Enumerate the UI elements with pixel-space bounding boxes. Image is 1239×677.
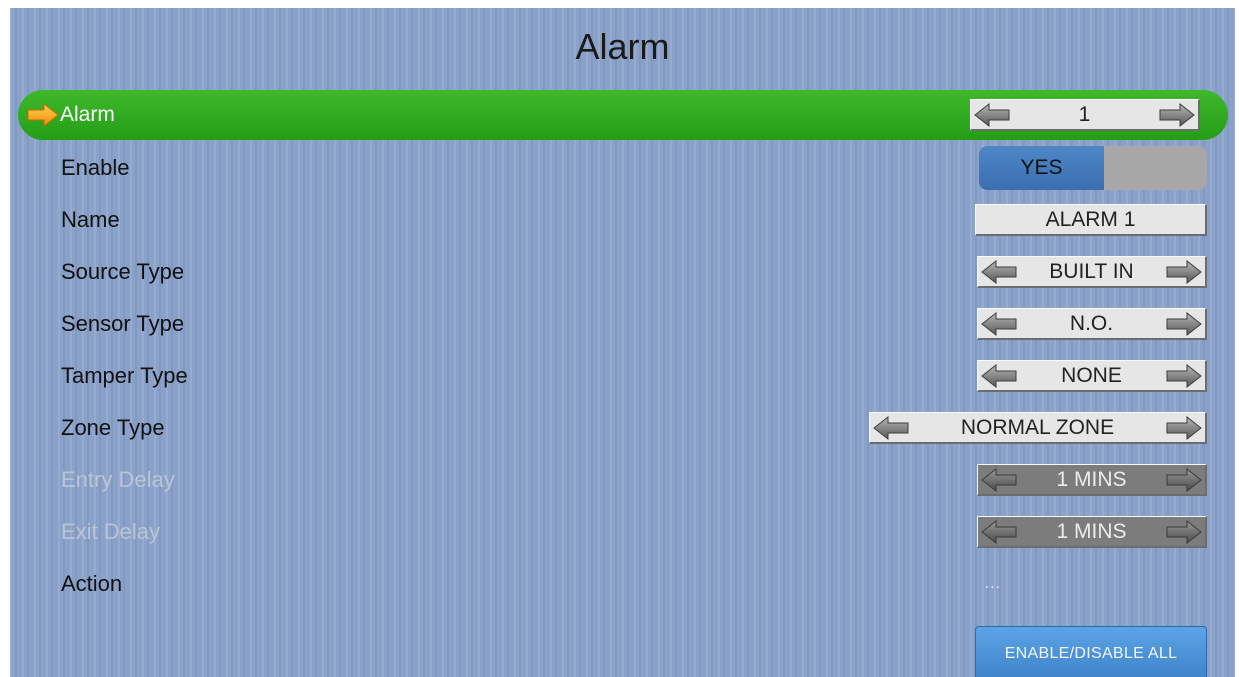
row-label: Enable — [61, 155, 130, 180]
row-label: Entry Delay — [61, 467, 175, 492]
arrow-right-icon[interactable] — [1163, 259, 1203, 284]
row-zone-type: Zone Type NORMAL ZONE — [10, 402, 1235, 454]
row-label: Tamper Type — [61, 363, 188, 388]
action-more-button[interactable]: ... — [985, 575, 1001, 593]
arrow-left-icon[interactable] — [973, 102, 1013, 127]
arrow-left-icon — [981, 519, 1017, 544]
alarm-number-spinner[interactable]: 1 — [970, 99, 1200, 131]
row-tamper-type: Tamper Type NONE — [10, 350, 1235, 402]
arrow-right-icon[interactable] — [1163, 415, 1203, 440]
spinner-value: 1 MINS — [1056, 467, 1127, 491]
row-label: Action — [61, 571, 123, 596]
enable-toggle[interactable]: YES — [979, 146, 1207, 190]
arrow-left-icon[interactable] — [980, 363, 1020, 388]
arrow-right-icon — [27, 103, 59, 127]
spinner-value: NORMAL ZONE — [960, 415, 1115, 439]
spinner-value: NONE — [1061, 363, 1122, 387]
row-label: Alarm — [60, 103, 115, 126]
arrow-right-icon[interactable] — [1163, 363, 1203, 388]
row-alarm[interactable]: Alarm 1 — [18, 90, 1228, 140]
row-label: Exit Delay — [61, 519, 161, 544]
row-label: Sensor Type — [61, 311, 185, 336]
row-label: Source Type — [61, 259, 185, 284]
page-title: Alarm — [575, 26, 670, 67]
source-type-spinner[interactable]: BUILT IN — [977, 256, 1207, 288]
row-action: Action ... — [10, 558, 1235, 610]
row-name: Name ALARM 1 — [10, 194, 1235, 246]
arrow-left-icon[interactable] — [980, 311, 1020, 336]
row-source-type: Source Type BUILT IN — [10, 246, 1235, 298]
alarm-settings-screen: Alarm Alarm 1 Enable YES Name ALARM 1 So… — [10, 8, 1235, 677]
row-enable: Enable YES — [10, 142, 1235, 194]
entry-delay-spinner: 1 MINS — [977, 464, 1207, 496]
row-exit-delay: Exit Delay 1 MINS — [10, 506, 1235, 558]
arrow-right-icon[interactable] — [1163, 311, 1203, 336]
tamper-type-spinner[interactable]: NONE — [977, 360, 1207, 392]
arrow-right-icon[interactable] — [1156, 102, 1196, 127]
spinner-value: 1 MINS — [1056, 519, 1127, 543]
row-entry-delay: Entry Delay 1 MINS — [10, 454, 1235, 506]
row-label: Name — [61, 207, 120, 232]
name-value: ALARM 1 — [1045, 207, 1136, 231]
arrow-left-icon[interactable] — [872, 415, 912, 440]
spinner-value: N.O. — [1069, 311, 1114, 335]
spinner-value: BUILT IN — [1049, 259, 1134, 283]
name-field[interactable]: ALARM 1 — [975, 204, 1207, 236]
zone-type-spinner[interactable]: NORMAL ZONE — [869, 412, 1207, 444]
sensor-type-spinner[interactable]: N.O. — [977, 308, 1207, 340]
spinner-value: 1 — [1078, 102, 1091, 126]
exit-delay-spinner: 1 MINS — [977, 516, 1207, 548]
enable-disable-all-button[interactable]: ENABLE/DISABLE ALL — [975, 626, 1207, 677]
row-label: Zone Type — [61, 415, 165, 440]
arrow-left-icon[interactable] — [980, 259, 1020, 284]
row-sensor-type: Sensor Type N.O. — [10, 298, 1235, 350]
arrow-right-icon — [1166, 519, 1202, 544]
toggle-on-label: YES — [979, 146, 1104, 190]
arrow-right-icon — [1166, 467, 1202, 492]
arrow-left-icon — [981, 467, 1017, 492]
